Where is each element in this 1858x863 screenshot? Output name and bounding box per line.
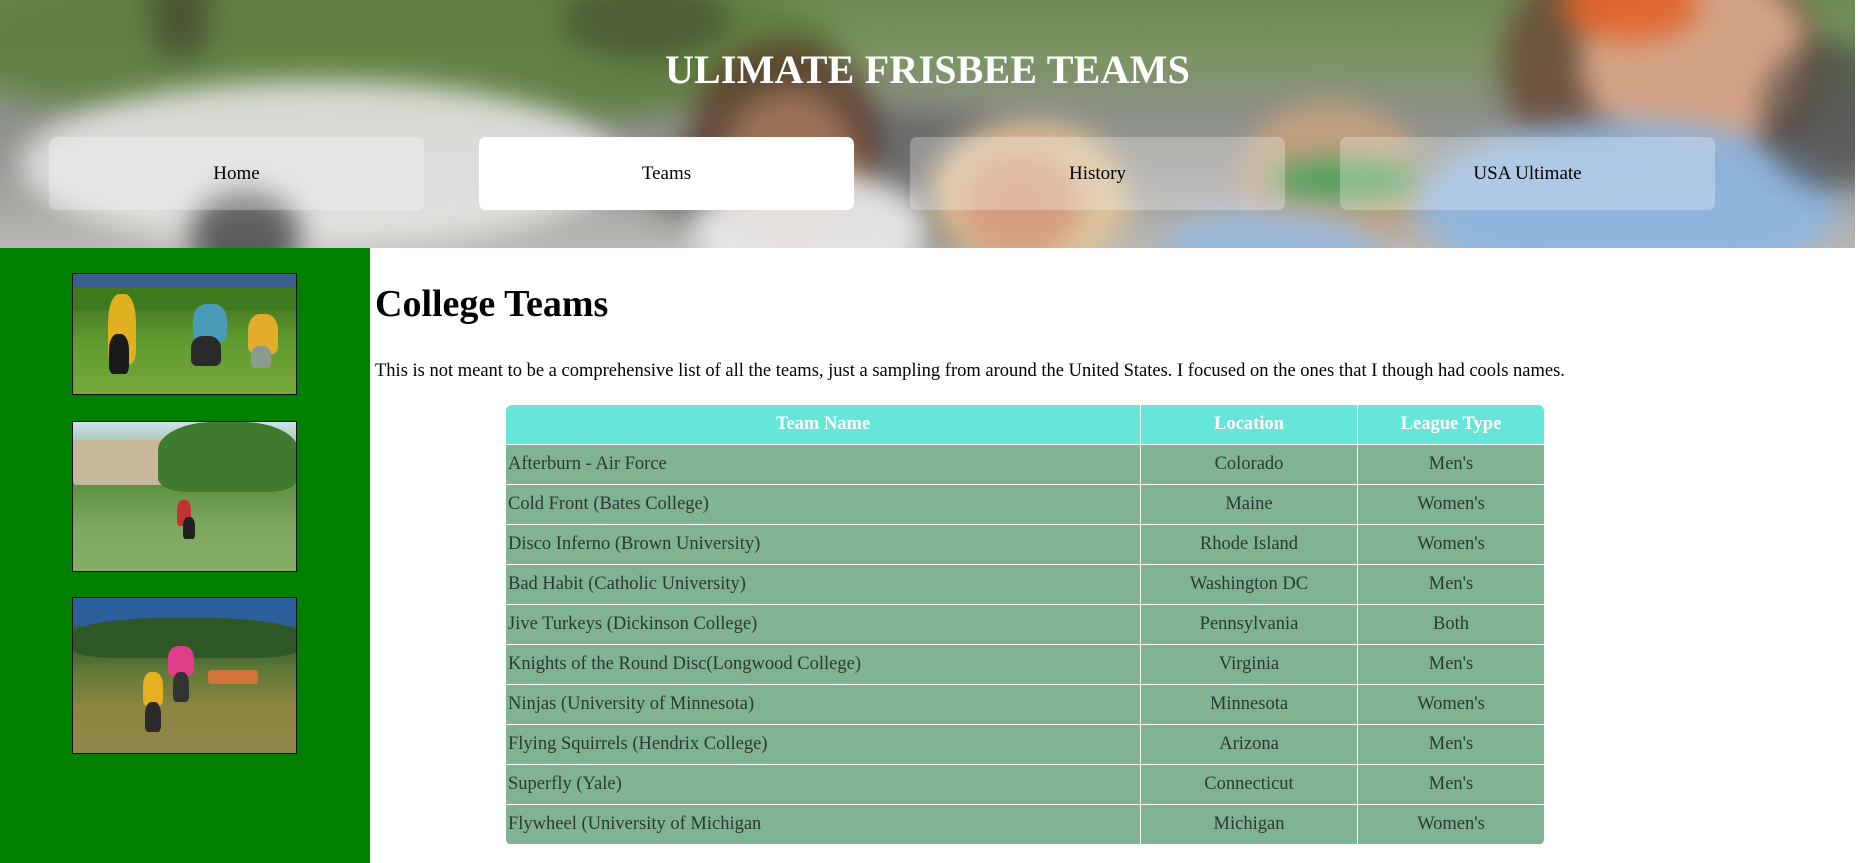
team-name-cell: Ninjas (University of Minnesota) bbox=[506, 685, 1141, 725]
nav-history[interactable]: History bbox=[910, 137, 1285, 210]
location-cell: Colorado bbox=[1141, 445, 1358, 485]
table-row: Afterburn - Air Force Colorado Men's bbox=[506, 445, 1544, 485]
nav-teams[interactable]: Teams bbox=[479, 137, 854, 210]
team-name-cell: Jive Turkeys (Dickinson College) bbox=[506, 605, 1141, 645]
location-cell: Connecticut bbox=[1141, 765, 1358, 805]
site-title: ULIMATE FRISBEE TEAMS bbox=[664, 47, 1191, 92]
location-cell: Washington DC bbox=[1141, 565, 1358, 605]
nav-home[interactable]: Home bbox=[49, 137, 424, 210]
team-name-cell: Knights of the Round Disc(Longwood Colle… bbox=[506, 645, 1141, 685]
photo-player bbox=[251, 346, 271, 368]
location-cell: Rhode Island bbox=[1141, 525, 1358, 565]
team-name-cell: Flying Squirrels (Hendrix College) bbox=[506, 725, 1141, 765]
table-row: Disco Inferno (Brown University) Rhode I… bbox=[506, 525, 1544, 565]
team-name-cell: Cold Front (Bates College) bbox=[506, 485, 1141, 525]
column-header-team-name: Team Name bbox=[506, 405, 1141, 445]
team-name-cell: Bad Habit (Catholic University) bbox=[506, 565, 1141, 605]
location-cell: Michigan bbox=[1141, 805, 1358, 845]
location-cell: Virginia bbox=[1141, 645, 1358, 685]
sidebar-photo-3 bbox=[72, 597, 297, 754]
league-type-cell: Men's bbox=[1358, 645, 1544, 685]
league-type-cell: Women's bbox=[1358, 525, 1544, 565]
table-row: Cold Front (Bates College) Maine Women's bbox=[506, 485, 1544, 525]
league-type-cell: Men's bbox=[1358, 725, 1544, 765]
location-cell: Pennsylvania bbox=[1141, 605, 1358, 645]
league-type-cell: Men's bbox=[1358, 565, 1544, 605]
nav-usa-ultimate[interactable]: USA Ultimate bbox=[1340, 137, 1715, 210]
table-row: Superfly (Yale) Connecticut Men's bbox=[506, 765, 1544, 805]
table-header-row: Team Name Location League Type bbox=[506, 405, 1544, 445]
league-type-cell: Women's bbox=[1358, 685, 1544, 725]
league-type-cell: Women's bbox=[1358, 485, 1544, 525]
photo-players-distant bbox=[208, 670, 258, 684]
column-header-league-type: League Type bbox=[1358, 405, 1544, 445]
photo-trees bbox=[158, 422, 296, 492]
team-name-cell: Flywheel (University of Michigan bbox=[506, 805, 1141, 845]
teams-table: Team Name Location League Type Afterburn… bbox=[506, 405, 1544, 845]
photo-player bbox=[183, 517, 195, 539]
photo-player bbox=[109, 334, 129, 374]
photo-player bbox=[173, 672, 189, 702]
intro-text: This is not meant to be a comprehensive … bbox=[375, 361, 1565, 381]
league-type-cell: Women's bbox=[1358, 805, 1544, 845]
table-row: Flying Squirrels (Hendrix College) Arizo… bbox=[506, 725, 1544, 765]
table-row: Knights of the Round Disc(Longwood Colle… bbox=[506, 645, 1544, 685]
location-cell: Maine bbox=[1141, 485, 1358, 525]
team-name-cell: Afterburn - Air Force bbox=[506, 445, 1141, 485]
photo-player bbox=[191, 336, 221, 366]
column-header-location: Location bbox=[1141, 405, 1358, 445]
league-type-cell: Both bbox=[1358, 605, 1544, 645]
page-title: College Teams bbox=[375, 283, 609, 325]
table-row: Ninjas (University of Minnesota) Minneso… bbox=[506, 685, 1544, 725]
team-name-cell: Disco Inferno (Brown University) bbox=[506, 525, 1141, 565]
table-row: Jive Turkeys (Dickinson College) Pennsyl… bbox=[506, 605, 1544, 645]
table-row: Bad Habit (Catholic University) Washingt… bbox=[506, 565, 1544, 605]
photo-player bbox=[145, 702, 161, 732]
league-type-cell: Men's bbox=[1358, 765, 1544, 805]
location-cell: Minnesota bbox=[1141, 685, 1358, 725]
league-type-cell: Men's bbox=[1358, 445, 1544, 485]
location-cell: Arizona bbox=[1141, 725, 1358, 765]
header-banner: ULIMATE FRISBEE TEAMS Home Teams History… bbox=[0, 0, 1855, 248]
team-name-cell: Superfly (Yale) bbox=[506, 765, 1141, 805]
sidebar-photo-2 bbox=[72, 421, 297, 572]
photo-player bbox=[143, 672, 163, 706]
photo-hedge bbox=[73, 288, 296, 310]
table-row: Flywheel (University of Michigan Michiga… bbox=[506, 805, 1544, 845]
sidebar-photo-1 bbox=[72, 273, 297, 395]
